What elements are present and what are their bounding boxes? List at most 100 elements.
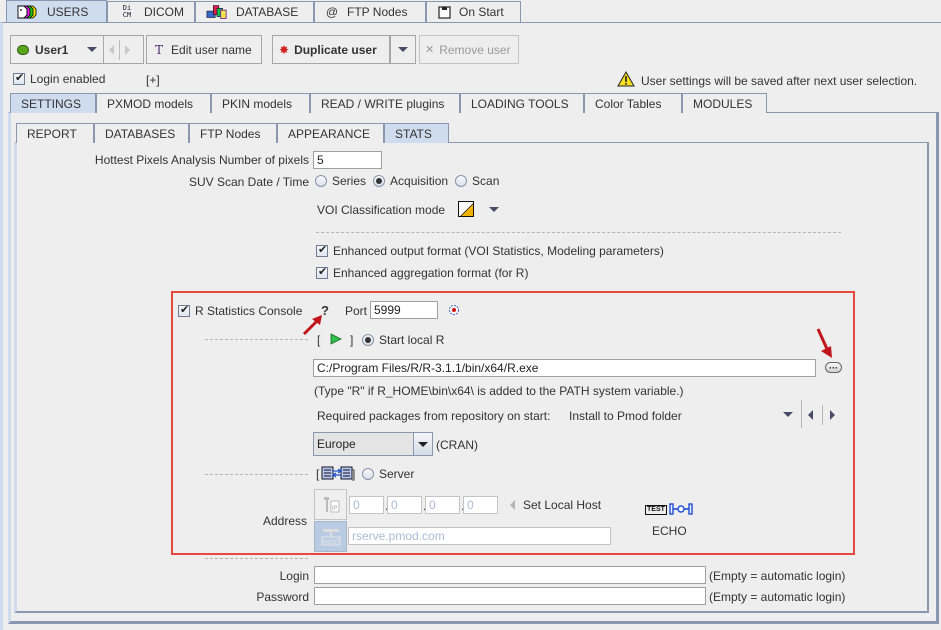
start-r-play-button[interactable] xyxy=(330,333,342,348)
radio-scan[interactable]: Scan xyxy=(455,174,499,188)
port-input[interactable]: 5999 xyxy=(370,301,438,319)
arrow-left-icon xyxy=(808,410,813,420)
tab-read-write-plugins[interactable]: READ / WRITE plugins xyxy=(310,93,460,113)
tab-appearance[interactable]: APPEARANCE xyxy=(277,123,384,143)
tab-label: PKIN models xyxy=(222,96,293,111)
sparkle-icon: ✸ xyxy=(279,42,290,57)
radio-unselected xyxy=(362,468,374,480)
host-input[interactable]: rserve.pmod.com xyxy=(348,527,611,545)
tab-color-tables[interactable]: Color Tables xyxy=(584,93,682,113)
tab-stats[interactable]: STATS xyxy=(384,123,449,143)
r-console-checkbox[interactable]: R Statistics Console xyxy=(178,303,303,318)
cran-mirror-dropdown[interactable] xyxy=(413,433,432,455)
set-local-host-button[interactable]: Set Local Host xyxy=(510,498,601,512)
tab-database[interactable]: DATABASE xyxy=(195,1,314,22)
remove-user-button[interactable]: ✕ Remove user xyxy=(419,35,519,64)
echo-label: ECHO xyxy=(652,524,687,538)
tab-on-start[interactable]: On Start xyxy=(426,1,521,22)
on-start-icon xyxy=(437,4,451,20)
r-path-input[interactable]: C:/Program Files/R/R-3.1.1/bin/x64/R.exe xyxy=(313,359,816,377)
packages-dropdown[interactable] xyxy=(783,412,793,417)
packages-select[interactable] xyxy=(560,403,800,425)
r-console-label: R Statistics Console xyxy=(195,304,303,318)
enhanced-aggregation-checkbox[interactable]: Enhanced aggregation format (for R) xyxy=(316,265,529,280)
ip-mode-button[interactable]: IP xyxy=(314,489,347,520)
enhanced-output-checkbox[interactable]: Enhanced output format (VOI Statistics, … xyxy=(316,243,664,258)
ip-octet-4[interactable]: 0 xyxy=(463,496,498,514)
password-label: Password xyxy=(256,590,309,604)
enhanced-output-label: Enhanced output format (VOI Statistics, … xyxy=(333,244,664,258)
start-local-r-label: Start local R xyxy=(379,333,445,347)
tab-report[interactable]: REPORT xyxy=(16,123,94,143)
tab-label: STATS xyxy=(395,126,432,141)
checkbox-checked xyxy=(316,243,328,257)
voi-mode-icon[interactable] xyxy=(458,201,474,217)
annotation-arrow-icon xyxy=(816,328,832,358)
voi-mode-dropdown[interactable] xyxy=(489,207,499,212)
arrow-right-icon xyxy=(830,410,835,420)
checkbox-checked xyxy=(178,303,190,317)
password-input[interactable] xyxy=(314,587,706,605)
cran-mirror-value: Europe xyxy=(314,433,413,455)
password-hint: (Empty = automatic login) xyxy=(709,590,846,604)
host-mode-button[interactable]: HOST xyxy=(314,521,347,552)
enhanced-aggregation-label: Enhanced aggregation format (for R) xyxy=(333,266,529,280)
tab-label: FTP Nodes xyxy=(347,5,408,19)
cran-mirror-select[interactable]: Europe xyxy=(313,432,433,456)
test-icon: TEST xyxy=(645,505,667,515)
bracket-open: [ xyxy=(316,467,320,481)
next-user-button[interactable] xyxy=(120,35,135,64)
tab-label: DICOM xyxy=(144,5,184,19)
duplicate-options-button[interactable] xyxy=(390,35,416,64)
browse-button[interactable]: ··· xyxy=(825,362,842,373)
tab-users[interactable]: USERS xyxy=(6,0,107,23)
save-notice: User settings will be saved after next u… xyxy=(617,70,917,90)
packages-prev-button[interactable] xyxy=(808,410,813,420)
start-local-r-radio[interactable]: Start local R xyxy=(362,333,444,347)
login-enabled-checkbox[interactable]: Login enabled xyxy=(13,71,105,86)
arrow-left-icon xyxy=(109,44,114,55)
user-status-icon xyxy=(17,44,29,55)
remove-user-label: Remove user xyxy=(439,42,511,57)
cran-label: (CRAN) xyxy=(436,438,478,452)
tab-ftp-nodes-sub[interactable]: FTP Nodes xyxy=(189,123,277,143)
radio-acquisition[interactable]: Acquisition xyxy=(373,174,448,188)
tab-loading-tools[interactable]: LOADING TOOLS xyxy=(460,93,584,113)
server-label: Server xyxy=(379,467,415,481)
tab-label: SETTINGS xyxy=(21,96,82,111)
address-label: Address xyxy=(263,514,308,528)
hottest-pixels-input[interactable]: 5 xyxy=(313,151,382,169)
svg-text:HOST: HOST xyxy=(323,539,340,546)
ip-octet-2[interactable]: 0 xyxy=(387,496,422,514)
tab-databases[interactable]: DATABASES xyxy=(94,123,189,143)
target-icon[interactable] xyxy=(448,304,460,319)
tab-modules[interactable]: MODULES xyxy=(682,93,767,113)
tab-ftp-nodes[interactable]: @ FTP Nodes xyxy=(314,1,426,22)
dicom-icon: Di CM xyxy=(122,4,132,19)
tab-pkin-models[interactable]: PKIN models xyxy=(211,93,310,113)
tab-dicom[interactable]: Di CM DICOM xyxy=(107,1,195,22)
previous-user-button[interactable] xyxy=(104,35,119,64)
host-icon: HOST xyxy=(321,528,340,546)
ip-octet-1[interactable]: 0 xyxy=(349,496,384,514)
expand-toggle[interactable]: [+] xyxy=(146,73,160,87)
login-input[interactable] xyxy=(314,566,706,584)
packages-next-button[interactable] xyxy=(830,410,835,420)
port-label: Port xyxy=(345,304,368,318)
bracket-close: ] xyxy=(352,467,356,481)
tab-pxmod-models[interactable]: PXMOD models xyxy=(96,93,211,113)
echo-test-button[interactable]: TEST xyxy=(645,502,693,515)
tab-label: LOADING TOOLS xyxy=(471,96,569,111)
ip-octet-3[interactable]: 0 xyxy=(425,496,460,514)
edit-user-name-button[interactable]: T Edit user name xyxy=(146,35,262,64)
user-select[interactable]: User1 xyxy=(11,35,103,64)
duplicate-user-button[interactable]: ✸ Duplicate user xyxy=(272,35,390,64)
server-radio[interactable]: Server xyxy=(362,467,414,481)
server-connect-icon[interactable] xyxy=(321,466,353,483)
tab-label: DATABASE xyxy=(236,5,299,19)
radio-series[interactable]: Series xyxy=(315,174,366,188)
connector-icon xyxy=(669,502,693,515)
tab-label: PXMOD models xyxy=(107,96,194,111)
tab-settings[interactable]: SETTINGS xyxy=(10,93,96,113)
radio-label: Series xyxy=(332,174,367,188)
